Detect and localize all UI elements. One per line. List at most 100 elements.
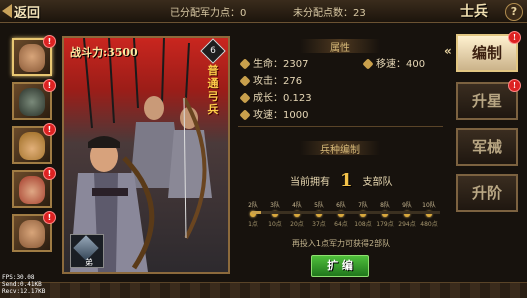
troop-progress-fill — [252, 211, 262, 214]
unit-class-tag: 普通弓兵 — [207, 64, 219, 116]
tab-formation-label: 编制 — [471, 44, 502, 62]
tab-upgrade-star[interactable]: 升星 ! — [456, 79, 521, 120]
tier-point-cost: 108点 — [354, 221, 372, 228]
hero-portrait-icon — [19, 44, 45, 72]
alert-badge: ! — [43, 79, 56, 92]
tier-marker: 9队 294点 — [396, 200, 418, 228]
attributes-section-title: 属性 — [300, 39, 380, 54]
hero-portrait-icon — [19, 88, 45, 116]
tier-troop-count: 2队 — [248, 202, 258, 209]
tab-upgrade-rank-label: 升阶 — [471, 184, 502, 202]
tier-point-cost: 294点 — [398, 221, 416, 228]
alert-badge: ! — [43, 211, 56, 224]
tab-equipment-label: 军械 — [471, 138, 502, 156]
expand-button[interactable]: 扩 编 — [311, 255, 369, 277]
tier-marker: 6队 64点 — [330, 200, 352, 228]
tier-marker: 7队 108点 — [352, 200, 374, 228]
owned-suffix: 支部队 — [362, 177, 393, 188]
unit-type-icon[interactable]: 弟 — [70, 234, 104, 268]
tab-upgrade-rank[interactable]: 升阶 — [456, 174, 518, 212]
tier-marker: 10队 480点 — [418, 200, 440, 228]
tier-point-cost: 480点 — [420, 221, 438, 228]
hero-slot-2[interactable]: ! — [12, 79, 56, 120]
tier-troop-count: 8队 — [380, 202, 390, 209]
rank-value: 6 — [210, 46, 216, 56]
tier-point-cost: 10点 — [268, 221, 282, 228]
tier-point-cost: 37点 — [312, 221, 326, 228]
allocated-value: 0 — [240, 8, 247, 19]
tier-troop-count: 4队 — [292, 202, 302, 209]
page-title: 士兵 — [460, 4, 488, 20]
attack-icon — [239, 75, 251, 87]
help-button[interactable]: ? — [505, 3, 523, 21]
tier-marker: 5队 37点 — [308, 200, 330, 228]
hero-portrait-icon — [19, 132, 45, 160]
hero-slot-1[interactable]: ! — [12, 35, 56, 76]
growth-icon — [239, 92, 251, 104]
debug-recv: Recv:12.17KB — [2, 288, 46, 295]
collapse-arrow-icon[interactable]: « — [444, 44, 452, 58]
troop-progress-bar — [252, 211, 440, 214]
hero-list: ! ! ! ! ! — [12, 35, 56, 258]
tier-marker: 3队 10点 — [264, 200, 286, 228]
troops-section-title: 兵种编制 — [300, 141, 380, 156]
tier-troop-count: 6队 — [336, 202, 346, 209]
alert-badge: ! — [43, 167, 56, 180]
unit-type-label: 弟 — [85, 258, 93, 267]
hero-slot-3[interactable]: ! — [12, 123, 56, 164]
owned-prefix: 当前拥有 — [290, 177, 330, 188]
unallocated-label: 未分配点数： — [293, 8, 353, 19]
combat-power: 战斗力:3500 — [70, 46, 138, 59]
unallocated-points: 未分配点数：23 — [293, 4, 366, 19]
move-icon — [362, 58, 374, 70]
bottom-border — [0, 282, 527, 298]
tab-equipment[interactable]: 军械 — [456, 128, 518, 166]
tab-formation[interactable]: 编制 ! — [456, 31, 521, 72]
tier-point-cost: 64点 — [334, 221, 348, 228]
debug-stats: FPS:30.08 Send:0.41KB Recv:12.17KB — [2, 274, 45, 295]
tier-troop-count: 7队 — [358, 202, 368, 209]
tier-point-cost: 1点 — [248, 221, 258, 228]
expand-hint: 再投入1点军力可获得2部队 — [291, 239, 391, 248]
tier-point-cost: 179点 — [376, 221, 394, 228]
hero-slot-4[interactable]: ! — [12, 167, 56, 208]
tier-marker: 4队 20点 — [286, 200, 308, 228]
attr-attack-text: 攻击：276 — [253, 76, 303, 87]
allocated-label: 已分配军力点： — [170, 8, 240, 19]
attr-growth: 成长：0.123 — [239, 89, 312, 104]
owned-troops: 当前拥有 1 支部队 — [290, 170, 393, 191]
back-label: 返回 — [14, 5, 41, 21]
unit-portrait: 战斗力:3500 6 普通弓兵 弟 — [62, 36, 230, 274]
attack-speed-icon — [239, 109, 251, 121]
attr-hp: 生命：2307 — [239, 55, 308, 70]
tier-troop-count: 9队 — [402, 202, 412, 209]
back-button[interactable]: 返回 — [2, 1, 56, 21]
alert-badge: ! — [43, 123, 56, 136]
hero-portrait-icon — [19, 176, 45, 204]
alert-badge: ! — [508, 79, 521, 92]
attr-move: 移速：400 — [362, 55, 426, 70]
allocated-points: 已分配军力点：0 — [170, 4, 246, 19]
tier-troop-count: 3队 — [270, 202, 280, 209]
alert-badge: ! — [43, 35, 56, 48]
unallocated-value: 23 — [353, 8, 366, 19]
hero-portrait-icon — [19, 220, 45, 248]
hero-slot-5[interactable]: ! — [12, 211, 56, 252]
top-bar: 返回 已分配军力点：0 未分配点数：23 士兵 ? — [0, 0, 527, 23]
divider — [238, 126, 443, 127]
attr-atk-speed: 攻速：1000 — [239, 106, 309, 121]
tier-marker: 2队 1点 — [242, 200, 264, 228]
attr-atk-speed-text: 攻速：1000 — [253, 110, 309, 121]
debug-fps: FPS:30.08 — [2, 274, 35, 281]
back-arrow-icon — [2, 4, 12, 18]
attr-move-text: 移速：400 — [376, 59, 426, 70]
tier-marker: 8队 179点 — [374, 200, 396, 228]
attr-attack: 攻击：276 — [239, 72, 303, 87]
debug-send: Send:0.41KB — [2, 281, 42, 288]
hp-icon — [239, 58, 251, 70]
attr-growth-text: 成长：0.123 — [253, 93, 312, 104]
tier-point-cost: 20点 — [290, 221, 304, 228]
tab-upgrade-star-label: 升星 — [471, 92, 502, 110]
tier-troop-count: 10队 — [422, 202, 436, 209]
owned-count: 1 — [340, 170, 353, 191]
